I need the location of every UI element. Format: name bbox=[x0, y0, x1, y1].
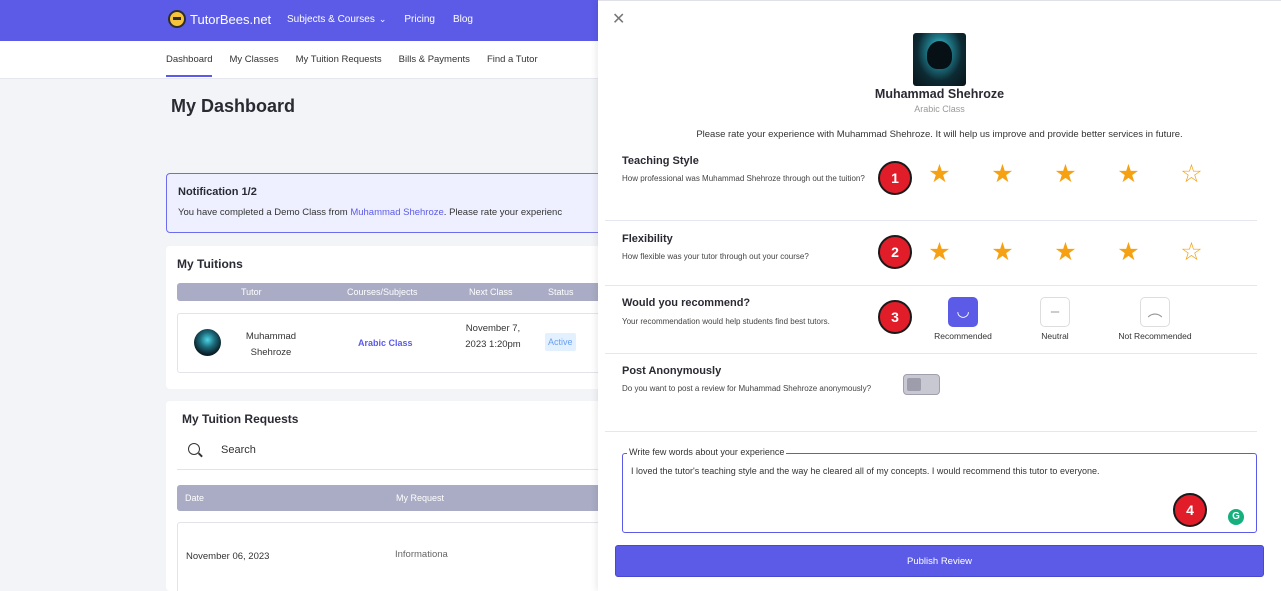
teaching-style-title: Teaching Style bbox=[622, 155, 699, 167]
publish-review-button[interactable]: Publish Review bbox=[615, 545, 1264, 577]
option-not-recommended[interactable]: ︵ Not Recommended bbox=[1110, 297, 1200, 341]
close-icon[interactable]: ✕ bbox=[612, 9, 625, 29]
table-row[interactable]: November 06, 2023 Informationa bbox=[177, 522, 607, 591]
review-label: Write few words about your experience bbox=[627, 447, 787, 457]
avatar bbox=[194, 329, 221, 356]
col-my-request: My Request bbox=[396, 493, 445, 503]
star-filled-icon[interactable]: ★ bbox=[990, 240, 1015, 265]
request-date: November 06, 2023 bbox=[186, 551, 270, 562]
notification-text: You have completed a Demo Class from Muh… bbox=[178, 207, 563, 218]
col-status: Status bbox=[548, 287, 574, 297]
request-text: Informationa bbox=[395, 549, 448, 560]
step-badge: 2 bbox=[878, 235, 912, 269]
notification-tutor-link[interactable]: Muhammad Shehroze bbox=[350, 207, 443, 218]
my-tuitions-title: My Tuitions bbox=[177, 257, 243, 271]
step-badge: 3 bbox=[878, 300, 912, 334]
notification-heading: Notification 1/2 bbox=[178, 186, 257, 198]
recommend-section: Would you recommend? Your recommendation… bbox=[605, 286, 1257, 354]
grammarly-icon[interactable]: G bbox=[1228, 509, 1244, 525]
step-badge: 4 bbox=[1173, 493, 1207, 527]
teaching-style-stars: ★ ★ ★ ★ ☆ bbox=[927, 162, 1204, 187]
page-title: My Dashboard bbox=[171, 96, 296, 116]
smile-icon: ◡ bbox=[948, 297, 978, 327]
my-tuitions-card: My Tuitions Tutor Courses/Subjects Next … bbox=[166, 246, 607, 389]
anonymous-title: Post Anonymously bbox=[622, 365, 722, 377]
search-label: Search bbox=[221, 444, 256, 456]
flexibility-title: Flexibility bbox=[622, 233, 673, 245]
star-filled-icon[interactable]: ★ bbox=[1116, 162, 1141, 187]
review-panel: ✕ Muhammad Shehroze Arabic Class Please … bbox=[598, 0, 1281, 591]
tab-my-classes[interactable]: My Classes bbox=[229, 54, 278, 65]
tutor-name: Muhammad Shehroze bbox=[874, 87, 1005, 101]
avatar bbox=[913, 33, 966, 86]
table-row[interactable]: Muhammad Shehroze Arabic Class November … bbox=[177, 313, 607, 373]
next-class: November 7, 2023 1:20pm bbox=[465, 323, 521, 350]
anonymous-toggle[interactable] bbox=[903, 374, 940, 395]
nav-blog[interactable]: Blog bbox=[453, 14, 473, 25]
star-filled-icon[interactable]: ★ bbox=[927, 162, 952, 187]
star-empty-icon[interactable]: ☆ bbox=[1179, 240, 1204, 265]
teaching-style-section: Teaching Style How professional was Muha… bbox=[605, 151, 1257, 221]
review-textarea[interactable]: Write few words about your experience I … bbox=[622, 447, 1257, 533]
chevron-down-icon: ⌄ bbox=[378, 14, 387, 24]
sub-nav: Dashboard My Classes My Tuition Requests… bbox=[0, 41, 600, 79]
star-empty-icon[interactable]: ☆ bbox=[1179, 162, 1204, 187]
my-tuition-requests-title: My Tuition Requests bbox=[182, 412, 299, 426]
tutor-name: Muhammad Shehroze bbox=[245, 331, 297, 358]
star-filled-icon[interactable]: ★ bbox=[990, 162, 1015, 187]
option-recommended[interactable]: ◡ Recommended bbox=[923, 297, 1003, 341]
recommend-desc: Your recommendation would help students … bbox=[622, 317, 830, 326]
subject-link[interactable]: Arabic Class bbox=[358, 338, 413, 348]
teaching-style-desc: How professional was Muhammad Shehroze t… bbox=[622, 174, 865, 183]
rating-prompt: Please rate your experience with Muhamma… bbox=[696, 129, 1183, 140]
recommend-title: Would you recommend? bbox=[622, 297, 751, 309]
nav-subjects-courses[interactable]: Subjects & Courses ⌄ bbox=[287, 14, 386, 25]
option-neutral[interactable]: – Neutral bbox=[1025, 297, 1085, 341]
status-badge: Active bbox=[545, 333, 576, 351]
anonymous-desc: Do you want to post a review for Muhamma… bbox=[622, 384, 872, 393]
tab-bills-payments[interactable]: Bills & Payments bbox=[399, 54, 470, 65]
tab-dashboard[interactable]: Dashboard bbox=[166, 54, 213, 77]
flexibility-desc: How flexible was your tutor through out … bbox=[622, 252, 809, 261]
my-tuition-requests-card: My Tuition Requests Search Date My Reque… bbox=[166, 401, 607, 591]
tutor-subject: Arabic Class bbox=[914, 104, 965, 114]
tuitions-table-header: Tutor Courses/Subjects Next Class Status bbox=[177, 283, 607, 301]
step-badge: 1 bbox=[878, 161, 912, 195]
star-filled-icon[interactable]: ★ bbox=[927, 240, 952, 265]
search-icon bbox=[188, 443, 200, 455]
top-nav: Subjects & Courses ⌄ Pricing Blog bbox=[287, 14, 473, 25]
star-filled-icon[interactable]: ★ bbox=[1053, 240, 1078, 265]
neutral-face-icon: – bbox=[1040, 297, 1070, 327]
flexibility-stars: ★ ★ ★ ★ ☆ bbox=[927, 240, 1204, 265]
tab-find-a-tutor[interactable]: Find a Tutor bbox=[487, 54, 538, 65]
col-date: Date bbox=[185, 493, 205, 503]
star-filled-icon[interactable]: ★ bbox=[1053, 162, 1078, 187]
col-courses-subjects: Courses/Subjects bbox=[347, 287, 418, 297]
logo-text: TutorBees.net bbox=[190, 11, 272, 27]
flexibility-section: Flexibility How flexible was your tutor … bbox=[605, 221, 1257, 286]
requests-table-header: Date My Request bbox=[177, 485, 607, 511]
nav-pricing[interactable]: Pricing bbox=[404, 14, 435, 25]
logo[interactable]: TutorBees.net bbox=[168, 10, 271, 28]
tab-my-tuition-requests[interactable]: My Tuition Requests bbox=[296, 54, 382, 65]
col-tutor: Tutor bbox=[241, 287, 262, 297]
sad-face-icon: ︵ bbox=[1140, 297, 1170, 327]
col-next-class: Next Class bbox=[469, 287, 513, 297]
review-text: I loved the tutor's teaching style and t… bbox=[631, 466, 1100, 476]
star-filled-icon[interactable]: ★ bbox=[1116, 240, 1141, 265]
notification-banner: Notification 1/2 You have completed a De… bbox=[166, 173, 606, 233]
search-input[interactable]: Search bbox=[177, 434, 607, 470]
bee-logo-icon bbox=[168, 10, 186, 28]
